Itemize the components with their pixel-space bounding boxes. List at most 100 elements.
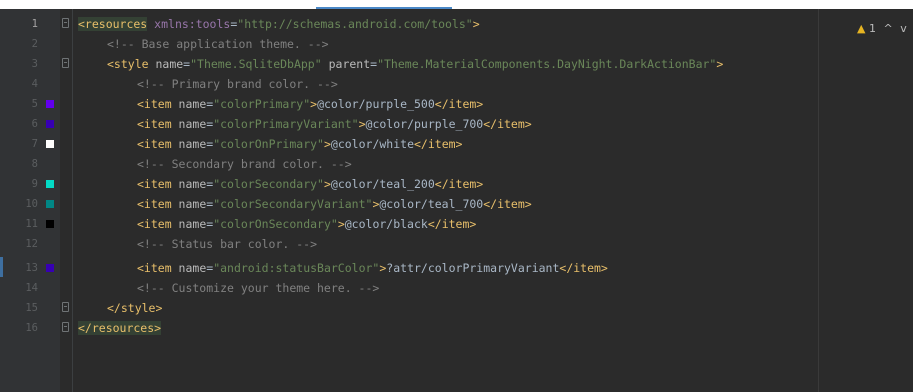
- item-value: @color/purple_500: [317, 97, 435, 111]
- attr-name: name: [148, 57, 184, 71]
- active-tab-indicator: [316, 7, 452, 9]
- line-number[interactable]: 2: [0, 34, 38, 54]
- code-line[interactable]: 12 <!-- Status bar color. -->: [0, 234, 913, 254]
- line-number[interactable]: 4: [0, 74, 38, 94]
- code-line[interactable]: 2 <!-- Base application theme. -->: [0, 34, 913, 54]
- item-value: @color/white: [330, 137, 414, 151]
- attr-value: "colorPrimaryVariant": [213, 117, 359, 131]
- tag-close: >: [716, 57, 724, 71]
- tag-name: <item: [137, 177, 172, 191]
- code-text[interactable]: <item name="android:statusBarColor">?att…: [137, 258, 608, 278]
- line-number[interactable]: 9: [0, 174, 38, 194]
- line-number[interactable]: 15: [0, 298, 38, 318]
- color-swatch-purple-700[interactable]: [46, 120, 54, 128]
- code-comment[interactable]: <!-- Status bar color. -->: [137, 234, 317, 254]
- line-number[interactable]: 10: [0, 194, 38, 214]
- fold-icon[interactable]: [62, 58, 69, 68]
- tag-close: >: [472, 17, 480, 31]
- code-line[interactable]: 8 <!-- Secondary brand color. -->: [0, 154, 913, 174]
- line-number[interactable]: 6: [0, 114, 38, 134]
- color-swatch-white[interactable]: [46, 140, 54, 148]
- code-editor[interactable]: ▲ 1 ^ v 1 <resources xmlns:tools="http:/…: [0, 0, 913, 392]
- fold-icon[interactable]: [62, 18, 69, 28]
- end-tag: </item>: [427, 217, 477, 231]
- line-number[interactable]: 16: [0, 318, 38, 338]
- code-text[interactable]: <item name="colorPrimaryVariant">@color/…: [137, 114, 532, 134]
- tag-close: >: [323, 137, 331, 151]
- tag-close: >: [358, 117, 366, 131]
- code-comment[interactable]: <!-- Base application theme. -->: [107, 34, 329, 54]
- code-comment[interactable]: <!-- Primary brand color. -->: [137, 74, 338, 94]
- line-number[interactable]: 1: [0, 14, 38, 34]
- attr-value: "http://schemas.android.com/tools": [237, 17, 473, 31]
- code-line[interactable]: 16 </resources>: [0, 318, 913, 338]
- attr-value: "colorOnPrimary": [213, 137, 324, 151]
- code-text[interactable]: <item name="colorPrimary">@color/purple_…: [137, 94, 483, 114]
- attr-name: xmlns:tools: [147, 17, 231, 31]
- code-line[interactable]: 10 <item name="colorSecondaryVariant">@c…: [0, 194, 913, 214]
- code-line[interactable]: 1 <resources xmlns:tools="http://schemas…: [0, 14, 913, 34]
- line-number[interactable]: 8: [0, 154, 38, 174]
- code-line[interactable]: 4 <!-- Primary brand color. -->: [0, 74, 913, 94]
- end-tag: </style>: [107, 301, 163, 315]
- color-swatch-teal-700[interactable]: [46, 200, 54, 208]
- code-line[interactable]: 5 <item name="colorPrimary">@color/purpl…: [0, 94, 913, 114]
- code-text[interactable]: <style name="Theme.SqliteDbApp" parent="…: [107, 54, 723, 74]
- attr-name: name: [171, 177, 207, 191]
- fold-icon[interactable]: [62, 322, 69, 332]
- attr-value: "colorSecondaryVariant": [213, 197, 373, 211]
- code-comment[interactable]: <!-- Secondary brand color. -->: [137, 154, 352, 174]
- code-text[interactable]: </resources>: [78, 318, 162, 338]
- attr-value: "android:statusBarColor": [213, 261, 380, 275]
- end-tag: </item>: [483, 117, 532, 131]
- code-line[interactable]: 6 <item name="colorPrimaryVariant">@colo…: [0, 114, 913, 134]
- line-number[interactable]: 5: [0, 94, 38, 114]
- code-line[interactable]: 3 <style name="Theme.SqliteDbApp" parent…: [0, 54, 913, 74]
- end-tag: </item>: [434, 177, 484, 191]
- attr-value: "colorPrimary": [213, 97, 311, 111]
- code-line[interactable]: 7 <item name="colorOnPrimary">@color/whi…: [0, 134, 913, 154]
- item-value: ?attr/colorPrimaryVariant: [386, 261, 560, 275]
- line-number[interactable]: 3: [0, 54, 38, 74]
- tag-name: <item: [137, 137, 172, 151]
- tag-name: <item: [137, 261, 172, 275]
- attr-name: name: [171, 261, 207, 275]
- attr-name: name: [171, 97, 207, 111]
- attr-value: "colorOnSecondary": [213, 217, 338, 231]
- tag-close: >: [337, 217, 345, 231]
- line-number[interactable]: 7: [0, 134, 38, 154]
- code-comment[interactable]: <!-- Customize your theme here. -->: [137, 278, 379, 298]
- attr-value: "colorSecondary": [213, 177, 324, 191]
- item-value: @color/purple_700: [365, 117, 484, 131]
- code-line[interactable]: 11 <item name="colorOnSecondary">@color/…: [0, 214, 913, 234]
- item-value: @color/teal_200: [330, 177, 435, 191]
- line-number[interactable]: 12: [0, 234, 38, 254]
- code-line[interactable]: 9 <item name="colorSecondary">@color/tea…: [0, 174, 913, 194]
- attr-name: name: [171, 117, 207, 131]
- line-number[interactable]: 14: [0, 278, 38, 298]
- attr-name: name: [171, 217, 207, 231]
- color-swatch-purple-500[interactable]: [46, 100, 54, 108]
- color-swatch-black[interactable]: [46, 220, 54, 228]
- tab-bar-edge: [0, 0, 913, 9]
- code-text[interactable]: </style>: [107, 298, 162, 318]
- tag-name: <item: [137, 197, 172, 211]
- color-swatch-teal-200[interactable]: [46, 180, 54, 188]
- code-text[interactable]: <item name="colorOnSecondary">@color/bla…: [137, 214, 476, 234]
- code-text[interactable]: <item name="colorSecondary">@color/teal_…: [137, 174, 483, 194]
- code-line[interactable]: 15 </style>: [0, 298, 913, 318]
- code-line[interactable]: 14 <!-- Customize your theme here. -->: [0, 278, 913, 298]
- fold-icon[interactable]: [62, 302, 69, 312]
- end-tag: </item>: [559, 261, 608, 275]
- color-swatch-purple-700[interactable]: [46, 264, 54, 272]
- code-text[interactable]: <item name="colorOnPrimary">@color/white…: [137, 134, 462, 154]
- end-tag: </resources>: [78, 321, 162, 335]
- code-line[interactable]: 13 <item name="android:statusBarColor">?…: [0, 258, 913, 278]
- code-text[interactable]: <item name="colorSecondaryVariant">@colo…: [137, 194, 532, 214]
- attr-name: name: [171, 137, 207, 151]
- code-text[interactable]: <resources xmlns:tools="http://schemas.a…: [78, 14, 480, 34]
- tag-name: <item: [137, 217, 172, 231]
- tag-name: <item: [137, 97, 172, 111]
- line-number[interactable]: 11: [0, 214, 38, 234]
- line-number[interactable]: 13: [0, 258, 38, 278]
